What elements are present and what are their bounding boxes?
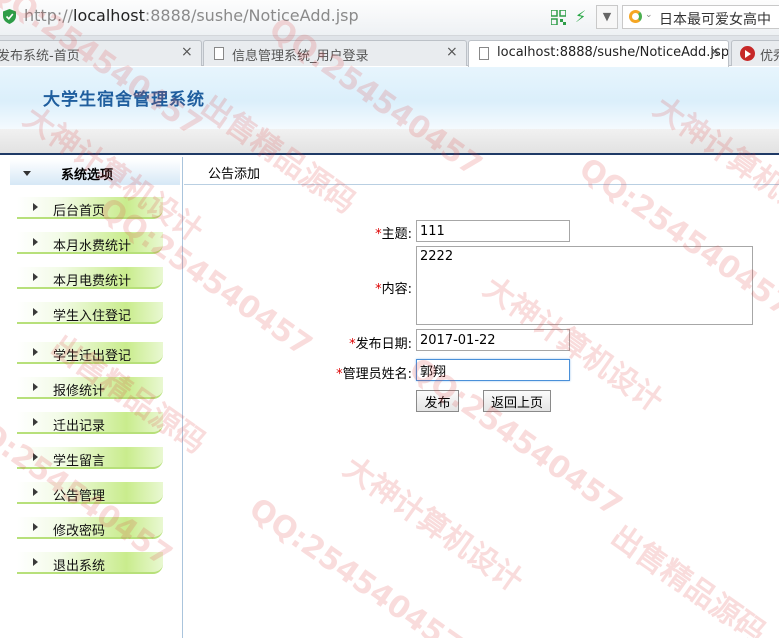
sidebar-item-label: 学生入住登记 — [53, 309, 132, 324]
header-strip — [0, 129, 779, 155]
collapse-triangle-icon — [23, 171, 31, 176]
sidebar-item-home[interactable]: 后台首页 — [17, 197, 163, 219]
url-dropdown-button[interactable]: ▼ — [596, 5, 618, 29]
browser-tab-4[interactable]: 优秀 — [731, 40, 779, 66]
search-engine-icon[interactable] — [629, 10, 642, 23]
content-label: *内容: — [330, 278, 412, 297]
content-textarea[interactable]: 2222 — [416, 246, 753, 325]
sidebar-header-label: 系统选项 — [61, 168, 114, 183]
sidebar-item-label: 退出系统 — [53, 559, 106, 574]
url-scheme: http:// — [24, 6, 74, 25]
sidebar-item-label: 学生迁出登记 — [53, 349, 132, 364]
content-label-text: 内容: — [381, 282, 412, 297]
sidebar-item-label: 后台首页 — [53, 204, 106, 219]
browser-tab-3-active[interactable]: localhost:8888/sushe/NoticeAdd.jsp × — [468, 40, 729, 67]
lightning-icon[interactable]: ⚡ — [575, 7, 586, 26]
address-bar: http://localhost:8888/sushe/NoticeAdd.js… — [0, 0, 779, 36]
arrow-right-icon — [33, 273, 38, 281]
arrow-right-icon — [33, 488, 38, 496]
app-header: 大学生宿舍管理系统 — [0, 67, 779, 129]
breadcrumb: 公告添加 — [208, 167, 261, 182]
sidebar-item-messages[interactable]: 学生留言 — [17, 447, 163, 469]
tab-bar: 发布系统-首页 × 信息管理系统_用户登录 × localhost:8888/s… — [0, 36, 779, 67]
arrow-right-icon — [33, 203, 38, 211]
sidebar-item-label: 修改密码 — [53, 524, 106, 539]
sidebar-item-electricity-fee[interactable]: 本月电费统计 — [17, 267, 163, 289]
sidebar-item-logout[interactable]: 退出系统 — [17, 552, 163, 574]
sidebar-item-label: 公告管理 — [53, 489, 106, 504]
publish-button[interactable]: 发布 — [416, 390, 459, 412]
arrow-right-icon — [33, 558, 38, 566]
watermark-text: QQ:254540457 — [242, 491, 469, 638]
sidebar-item-label: 本月电费统计 — [53, 274, 132, 289]
sidebar-item-check-in[interactable]: 学生入住登记 — [17, 302, 163, 324]
tab-close-icon[interactable]: × — [446, 44, 458, 60]
back-button[interactable]: 返回上页 — [483, 390, 551, 412]
sidebar-header[interactable]: 系统选项 — [10, 159, 180, 185]
search-input[interactable]: 日本最可爱女高中 — [659, 9, 771, 29]
security-shield-icon[interactable] — [3, 9, 16, 24]
arrow-right-icon — [33, 308, 38, 316]
admin-name-input[interactable] — [416, 359, 570, 381]
video-play-icon — [740, 46, 755, 61]
arrow-right-icon — [33, 453, 38, 461]
tab-title: 信息管理系统_用户登录 — [232, 49, 369, 64]
breadcrumb-bar: 公告添加 — [184, 157, 779, 185]
url-host: localhost — [73, 6, 145, 25]
subject-label: *主题: — [330, 223, 412, 242]
page-icon — [214, 47, 224, 60]
sidebar-item-label: 报修统计 — [53, 384, 106, 399]
arrow-right-icon — [33, 238, 38, 246]
sidebar-item-move-out-records[interactable]: 迁出记录 — [17, 412, 163, 434]
search-engine-caret-icon[interactable]: ⌄ — [645, 10, 653, 20]
sidebar-item-water-fee[interactable]: 本月水费统计 — [17, 232, 163, 254]
sidebar-item-label: 迁出记录 — [53, 419, 106, 434]
app-title: 大学生宿舍管理系统 — [43, 90, 205, 110]
admin-name-label: *管理员姓名: — [290, 363, 412, 382]
sidebar-item-label: 本月水费统计 — [53, 239, 132, 254]
date-label: *发布日期: — [300, 333, 412, 352]
sidebar-item-change-password[interactable]: 修改密码 — [17, 517, 163, 539]
url-field[interactable]: http://localhost:8888/sushe/NoticeAdd.js… — [24, 6, 359, 25]
sidebar-item-label: 学生留言 — [53, 454, 106, 469]
date-label-text: 发布日期: — [355, 337, 412, 352]
tab-close-icon[interactable]: × — [709, 44, 721, 60]
sidebar-item-repairs[interactable]: 报修统计 — [17, 377, 163, 399]
browser-tab-2[interactable]: 信息管理系统_用户登录 × — [203, 40, 467, 66]
admin-name-label-text: 管理员姓名: — [342, 367, 412, 382]
arrow-right-icon — [33, 418, 38, 426]
tab-title: localhost:8888/sushe/NoticeAdd.jsp — [497, 45, 729, 60]
chevron-down-icon: ▼ — [602, 10, 612, 23]
date-input[interactable] — [416, 329, 570, 351]
subject-label-text: 主题: — [381, 227, 412, 242]
sidebar: 系统选项 后台首页 本月水费统计 本月电费统计 学生入住登记 学生迁出登记 报修… — [0, 157, 183, 638]
tab-close-icon[interactable]: × — [181, 44, 193, 60]
search-box[interactable]: ⌄ 日本最可爱女高中 — [622, 5, 779, 29]
sidebar-item-notices[interactable]: 公告管理 — [17, 482, 163, 504]
tab-title: 优秀 — [760, 49, 779, 64]
qr-code-icon[interactable] — [551, 10, 566, 25]
browser-tab-1[interactable]: 发布系统-首页 × — [0, 40, 202, 66]
url-path: :8888/sushe/NoticeAdd.jsp — [144, 6, 359, 25]
tab-title: 发布系统-首页 — [0, 49, 80, 64]
arrow-right-icon — [33, 348, 38, 356]
page-icon — [479, 47, 489, 60]
watermark-text: 出售精品源码 — [604, 518, 772, 638]
subject-input[interactable] — [416, 220, 570, 242]
arrow-right-icon — [33, 383, 38, 391]
sidebar-item-check-out[interactable]: 学生迁出登记 — [17, 342, 163, 364]
arrow-right-icon — [33, 523, 38, 531]
watermark-text: 大神计算机设计 — [336, 450, 530, 600]
